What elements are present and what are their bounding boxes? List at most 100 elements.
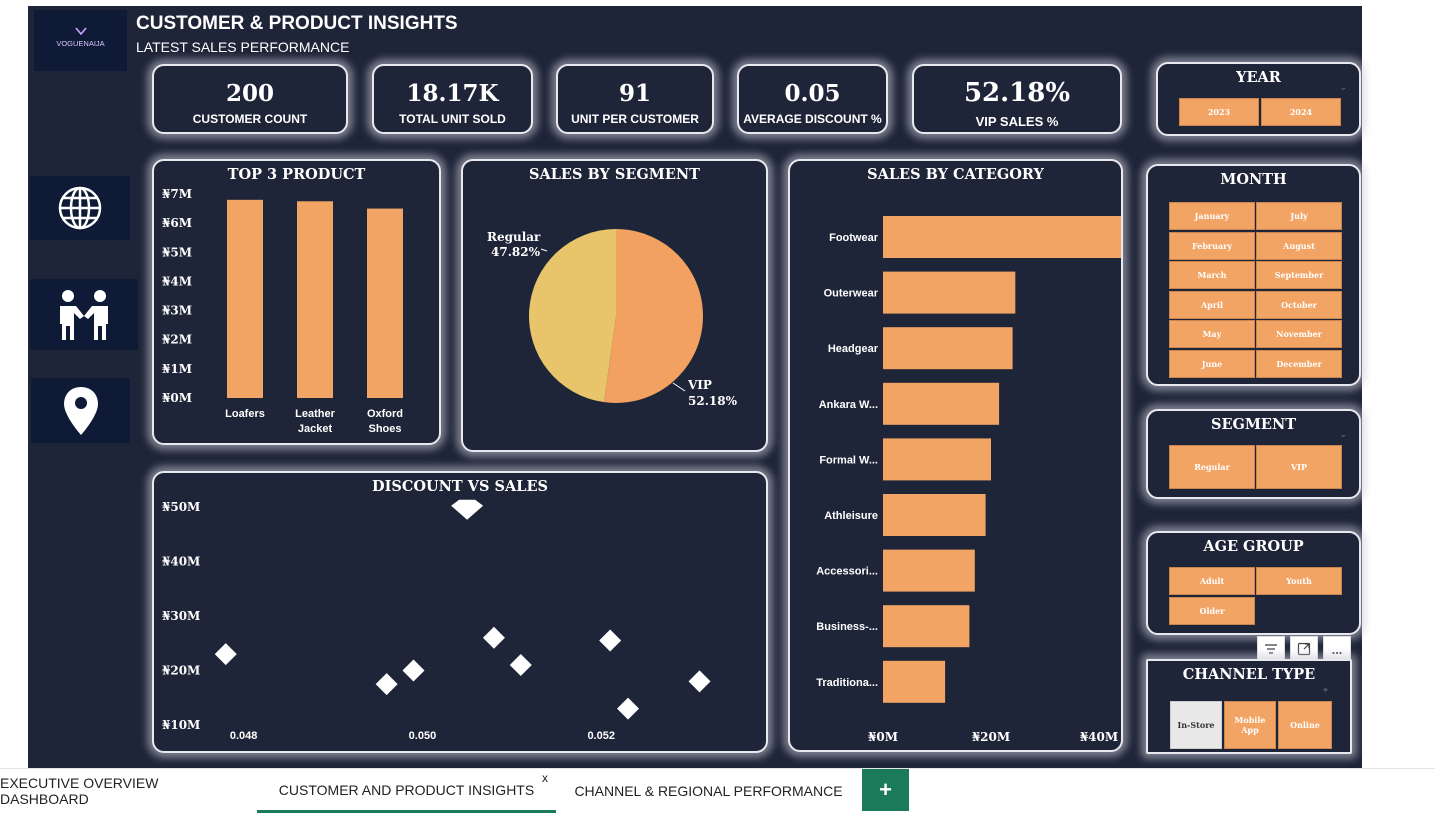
age-option-adult[interactable]: Adult — [1169, 567, 1255, 595]
scatter-point — [482, 626, 505, 649]
scatter-point — [214, 643, 237, 666]
chevron-down-icon[interactable]: ⌄ — [1339, 429, 1347, 440]
y-tick-label: ₦2M — [162, 333, 192, 347]
pie-slice — [528, 229, 616, 403]
month-option-august[interactable]: August — [1256, 231, 1342, 260]
slice-name-label: Regular — [487, 230, 541, 244]
month-option-december[interactable]: December — [1256, 349, 1342, 378]
y-tick-label: ₦4M — [162, 274, 192, 288]
leader-line — [540, 248, 548, 252]
location-nav-button[interactable] — [31, 378, 130, 443]
logo-text: VOGUENAIJA — [56, 39, 105, 48]
slicer-title: AGE GROUP — [1203, 538, 1304, 555]
segment-option-vip[interactable]: VIP — [1256, 445, 1342, 489]
bar — [883, 327, 1013, 370]
year-option-2023[interactable]: 2023 — [1179, 98, 1259, 126]
month-option-march[interactable]: March — [1169, 261, 1255, 289]
x-tick-label: Oxford Shoes — [367, 408, 403, 435]
scatter-point — [599, 629, 622, 652]
month-option-june[interactable]: June — [1169, 349, 1255, 378]
x-tick-label: Leather Jacket — [295, 408, 335, 435]
scatter-point — [402, 659, 425, 682]
filter-icon — [1265, 644, 1277, 654]
page-tab-bar: EXECUTIVE OVERVIEW DASHBOARD CUSTOMER AN… — [0, 768, 1435, 818]
bar — [367, 208, 403, 398]
segment-option-regular[interactable]: Regular — [1169, 445, 1255, 489]
dashboard-canvas: VOGUENAIJA CUSTOMER & PRODUCT INSIGHTS L… — [28, 6, 1362, 768]
year-slicer: YEAR 2023 2024 ⌄ — [1156, 62, 1361, 136]
channel-option-mobile-app[interactable]: Mobile App — [1224, 701, 1276, 749]
month-option-may[interactable]: May — [1169, 320, 1255, 348]
slicer-title: MONTH — [1220, 171, 1287, 188]
month-option-november[interactable]: November — [1256, 320, 1342, 348]
y-tick-label: ₦10M — [162, 718, 200, 732]
y-tick-label: ₦3M — [162, 304, 192, 318]
age-option-older[interactable]: Older — [1169, 597, 1255, 625]
chevron-down-icon[interactable]: ⌄ — [1339, 82, 1347, 93]
top3-product-svg: ₦0M ₦1M ₦2M ₦3M ₦4M ₦5M ₦6M ₦7M Loafers Leather Ja… — [162, 187, 403, 435]
close-tab-icon[interactable]: x — [542, 771, 548, 785]
top3-product-chart: TOP 3 PRODUCT ₦0M ₦1M ₦2M ₦3M ₦4M ₦5M ₦6M ₦7M Lo… — [152, 159, 441, 445]
y-tick-label: ₦20M — [162, 664, 200, 678]
bar — [883, 660, 946, 703]
tab-channel-regional[interactable]: CHANNEL & REGIONAL PERFORMANCE — [566, 769, 851, 813]
y-tick-label: ₦6M — [162, 216, 192, 230]
y-tick-label: Footwear — [829, 232, 879, 244]
bar — [883, 494, 986, 536]
month-option-september[interactable]: September — [1256, 261, 1342, 289]
month-option-july[interactable]: July — [1256, 202, 1342, 230]
kpi-label: CUSTOMER COUNT — [192, 112, 308, 126]
month-option-october[interactable]: October — [1256, 290, 1342, 319]
kpi-value: 0.05 — [784, 80, 841, 107]
y-tick-label: ₦30M — [162, 609, 200, 623]
scatter-point — [617, 697, 640, 720]
month-option-april[interactable]: April — [1169, 290, 1255, 319]
y-tick-label: Ankara W... — [819, 399, 878, 411]
tab-customer-product-insights[interactable]: CUSTOMER AND PRODUCT INSIGHTS — [257, 769, 556, 813]
y-tick-label: ₦50M — [162, 500, 200, 514]
month-slicer: MONTH January July February August March Sept… — [1146, 164, 1361, 386]
scatter-point — [509, 654, 532, 677]
age-option-youth[interactable]: Youth — [1256, 567, 1342, 595]
y-tick-label: ₦7M — [162, 187, 192, 201]
y-tick-label: ₦1M — [162, 362, 192, 376]
x-tick-label: ₦0M — [868, 730, 898, 744]
year-option-2024[interactable]: 2024 — [1261, 98, 1341, 126]
month-option-february[interactable]: February — [1169, 231, 1255, 260]
kpi-value: 91 — [618, 80, 651, 107]
pin-icon[interactable]: ⌖ — [1323, 685, 1328, 696]
globe-nav-button[interactable] — [30, 176, 130, 240]
kpi-value: 200 — [225, 80, 274, 107]
y-tick-label: Business-... — [816, 621, 878, 633]
kpi-value: 52.18% — [963, 78, 1071, 108]
channel-option-online[interactable]: Online — [1278, 701, 1332, 749]
bar — [883, 438, 991, 481]
y-tick-label: ₦5M — [162, 245, 192, 259]
scatter-point — [375, 673, 398, 696]
y-tick-label: Athleisure — [824, 510, 878, 522]
add-tab-button[interactable]: + — [862, 769, 909, 811]
kpi-total-unit-sold: 18.17K TOTAL UNIT SOLD — [372, 64, 533, 134]
kpi-unit-per-customer: 91 UNIT PER CUSTOMER — [556, 64, 714, 134]
page-subtitle: LATEST SALES PERFORMANCE — [136, 39, 350, 55]
x-tick-label: 0.048 — [230, 730, 258, 742]
kpi-value: 18.17K — [406, 80, 499, 107]
bar — [883, 382, 1000, 425]
bar — [297, 201, 333, 398]
y-tick-label: ₦0M — [162, 391, 192, 405]
channel-option-in-store[interactable]: In-Store — [1170, 701, 1222, 749]
kpi-label: VIP SALES % — [975, 114, 1059, 129]
y-tick-label: Outerwear — [824, 288, 879, 300]
slicer-title: SEGMENT — [1210, 416, 1297, 433]
kpi-label: TOTAL UNIT SOLD — [399, 112, 506, 126]
x-tick-label: 0.050 — [409, 730, 437, 742]
segment-slicer: SEGMENT Regular VIP ⌄ — [1146, 409, 1361, 499]
slice-value-label: 47.82% — [491, 245, 541, 259]
discount-vs-sales-svg: ₦10M ₦20M ₦30M ₦40M ₦50M 0.048 0.050 0.052 — [162, 499, 711, 742]
x-tick-label: ₦40M — [1080, 730, 1118, 744]
tab-executive-overview[interactable]: EXECUTIVE OVERVIEW DASHBOARD — [0, 769, 236, 813]
month-option-january[interactable]: January — [1169, 202, 1255, 230]
x-tick-label: 0.052 — [587, 730, 615, 742]
customers-nav-button[interactable] — [30, 279, 138, 350]
page-title: CUSTOMER & PRODUCT INSIGHTS — [136, 13, 458, 34]
